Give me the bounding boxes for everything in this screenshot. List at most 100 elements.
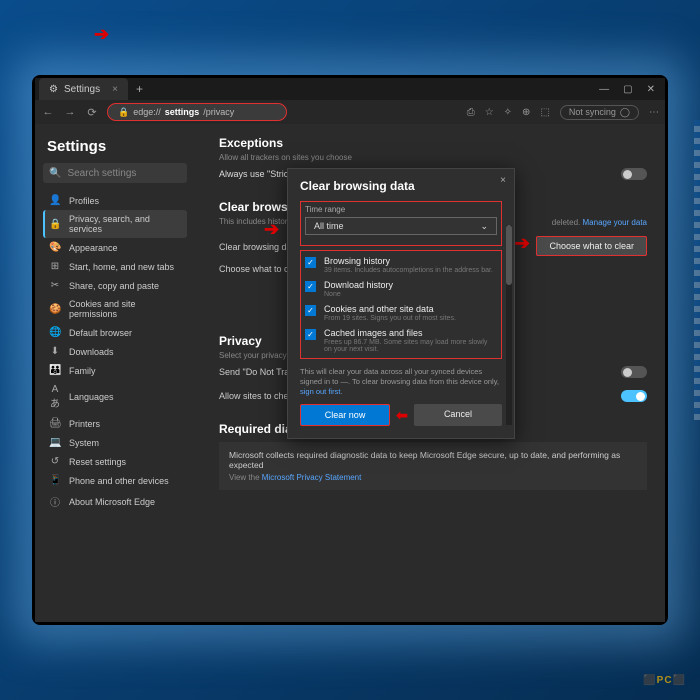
close-tab-icon[interactable]: ×	[112, 84, 118, 95]
clear-now-button[interactable]: Clear now	[300, 404, 390, 426]
profile-pill[interactable]: Not syncing ◯	[560, 105, 639, 120]
sidebar-item-languages[interactable]: AあLanguages	[43, 380, 187, 414]
diag-link-pre: View the	[229, 473, 262, 482]
sidebar-item-reset-settings[interactable]: ↺Reset settings	[43, 452, 187, 471]
annotation-arrow: ⬅	[396, 407, 408, 424]
dialog-title: Clear browsing data	[300, 179, 502, 193]
new-tab-button[interactable]: +	[136, 82, 143, 96]
maximize-icon[interactable]: ▢	[623, 84, 632, 95]
sidebar-item-default-browser[interactable]: 🌐Default browser	[43, 323, 187, 342]
checkbox-label: Cookies and other site data	[324, 304, 456, 314]
sidebar-item-icon: ⬇	[49, 346, 61, 357]
sidebar-item-start-home-and-new-tabs[interactable]: ⊞Start, home, and new tabs	[43, 257, 187, 276]
watermark: ⬛PC⬛	[643, 675, 686, 686]
dialog-scrollbar-thumb[interactable]	[506, 225, 512, 285]
exceptions-subtext: Allow all trackers on sites you choose	[219, 153, 647, 162]
back-icon[interactable]: ←	[41, 106, 55, 118]
sidebar-item-icon: 🔒	[49, 219, 61, 230]
sidebar-item-label: System	[69, 438, 99, 448]
sidebar-item-label: Downloads	[69, 347, 114, 357]
sidebar-item-system[interactable]: 💻System	[43, 433, 187, 452]
sign-out-link[interactable]: sign out first	[300, 387, 340, 396]
sidebar-item-label: Share, copy and paste	[69, 281, 159, 291]
sidebar-item-icon: 🍪	[49, 304, 61, 315]
reader-icon[interactable]: ⎙	[467, 107, 475, 118]
minimize-icon[interactable]: —	[599, 84, 609, 95]
checkbox-row[interactable]: ✓ Browsing history39 items. Includes auto…	[305, 253, 497, 277]
sidebar-item-label: Privacy, search, and services	[69, 214, 181, 234]
annotation-arrow: ➔	[264, 219, 279, 240]
checkbox-checked-icon[interactable]: ✓	[305, 281, 316, 292]
checkbox-label: Browsing history	[324, 256, 493, 266]
sidebar-item-about-microsoft-edge[interactable]: ⓘ About Microsoft Edge	[43, 490, 187, 513]
title-bar: ⚙ Settings × + — ▢ ✕	[35, 78, 665, 100]
toolbar-icons: ⎙ ☆ ✧ ⊕ ⬚ Not syncing ◯ ⋯	[467, 105, 659, 120]
strict-tracking-toggle[interactable]	[621, 168, 647, 180]
checkbox-row[interactable]: ✓Cached images and filesFrees up 86.7 MB…	[305, 325, 497, 356]
checkbox-row[interactable]: ✓Download historyNone	[305, 277, 497, 301]
sidebar-item-downloads[interactable]: ⬇ Downloads	[43, 342, 187, 361]
sidebar-item-label: Cookies and site permissions	[69, 299, 181, 319]
sidebar-item-label: Reset settings	[69, 457, 126, 467]
sidebar-item-cookies-and-site-permissions[interactable]: 🍪 Cookies and site permissions	[43, 295, 187, 323]
sidebar-item-printers[interactable]: 🖨Printers	[43, 414, 187, 433]
sidebar-item-label: Languages	[69, 392, 114, 402]
collections-icon[interactable]: ⊕	[522, 107, 530, 118]
checkbox-checked-icon[interactable]: ✓	[305, 329, 316, 340]
sidebar-item-icon: 🎨	[49, 242, 61, 253]
manage-data-link[interactable]: Manage your data	[583, 218, 648, 227]
choose-what-to-clear-button[interactable]: Choose what to clear	[536, 236, 647, 256]
time-range-dropdown[interactable]: All time ⌄	[305, 217, 497, 235]
checkbox-row[interactable]: ✓Cookies and other site dataFrom 19 site…	[305, 301, 497, 325]
deleted-text: deleted.	[552, 218, 580, 227]
allow-sites-label: Allow sites to check	[219, 391, 298, 401]
avatar-icon: ◯	[620, 107, 630, 118]
checkbox-checked-icon[interactable]: ✓	[305, 257, 316, 268]
extensions-icon[interactable]: ⬚	[540, 107, 549, 118]
url-prefix: edge://	[133, 107, 161, 117]
sidebar-item-label: Family	[69, 366, 96, 376]
choose-row-label: Choose what to cle	[219, 264, 296, 274]
exceptions-heading: Exceptions	[219, 136, 647, 150]
forward-icon[interactable]: →	[63, 106, 77, 118]
sidebar-item-icon: ⓘ	[49, 494, 61, 509]
privacy-statement-link[interactable]: Microsoft Privacy Statement	[262, 473, 362, 482]
sidebar-item-phone-and-other-devices[interactable]: 📱Phone and other devices	[43, 471, 187, 490]
settings-title: Settings	[47, 138, 187, 155]
decorative-stripe	[694, 120, 700, 420]
url-path-suffix: /privacy	[203, 107, 234, 117]
search-settings-input[interactable]: 🔍 Search settings	[43, 163, 187, 183]
more-icon[interactable]: ⋯	[649, 107, 659, 118]
checkbox-checked-icon[interactable]: ✓	[305, 305, 316, 316]
sidebar-item-privacy-search-and-services[interactable]: 🔒 Privacy, search, and services	[43, 210, 187, 238]
sidebar-item-icon: ⊞	[49, 261, 61, 272]
diagnostic-text: Microsoft collects required diagnostic d…	[229, 450, 637, 470]
sidebar-item-share-copy-and-paste[interactable]: ✂Share, copy and paste	[43, 276, 187, 295]
url-path-bold: settings	[165, 107, 200, 117]
browser-tab[interactable]: ⚙ Settings ×	[39, 78, 128, 100]
address-bar[interactable]: 🔒 edge://settings/privacy	[107, 103, 287, 121]
search-placeholder: Search settings	[67, 168, 136, 179]
refresh-icon[interactable]: ⟳	[85, 106, 99, 119]
settings-content: Exceptions Allow all trackers on sites y…	[195, 124, 665, 622]
window-glow: ⚙ Settings × + — ▢ ✕ ← → ⟳ 🔒 edge:// sett…	[32, 75, 668, 625]
dnt-toggle[interactable]	[621, 366, 647, 378]
sidebar-item-appearance[interactable]: 🎨Appearance	[43, 238, 187, 257]
checkbox-label: Download history	[324, 280, 393, 290]
sidebar-item-family[interactable]: 👪Family	[43, 361, 187, 380]
checkbox-subtext: 39 items. Includes autocompletions in th…	[324, 267, 493, 274]
sidebar-item-label: About Microsoft Edge	[69, 497, 155, 507]
sidebar-item-label: Default browser	[69, 328, 132, 338]
chevron-down-icon: ⌄	[480, 221, 488, 232]
browser-window: ⚙ Settings × + — ▢ ✕ ← → ⟳ 🔒 edge:// sett…	[35, 78, 665, 622]
favorites-icon[interactable]: ✧	[504, 107, 512, 118]
sidebar-item-label: Printers	[69, 419, 100, 429]
close-window-icon[interactable]: ✕	[647, 84, 655, 95]
sidebar-item-profiles[interactable]: 👤Profiles	[43, 191, 187, 210]
cancel-button[interactable]: Cancel	[414, 404, 502, 426]
star-icon[interactable]: ☆	[485, 107, 494, 118]
close-dialog-icon[interactable]: ×	[500, 175, 506, 186]
search-icon: 🔍	[49, 168, 61, 179]
sidebar-item-label: Phone and other devices	[69, 476, 169, 486]
allow-sites-toggle[interactable]	[621, 390, 647, 402]
